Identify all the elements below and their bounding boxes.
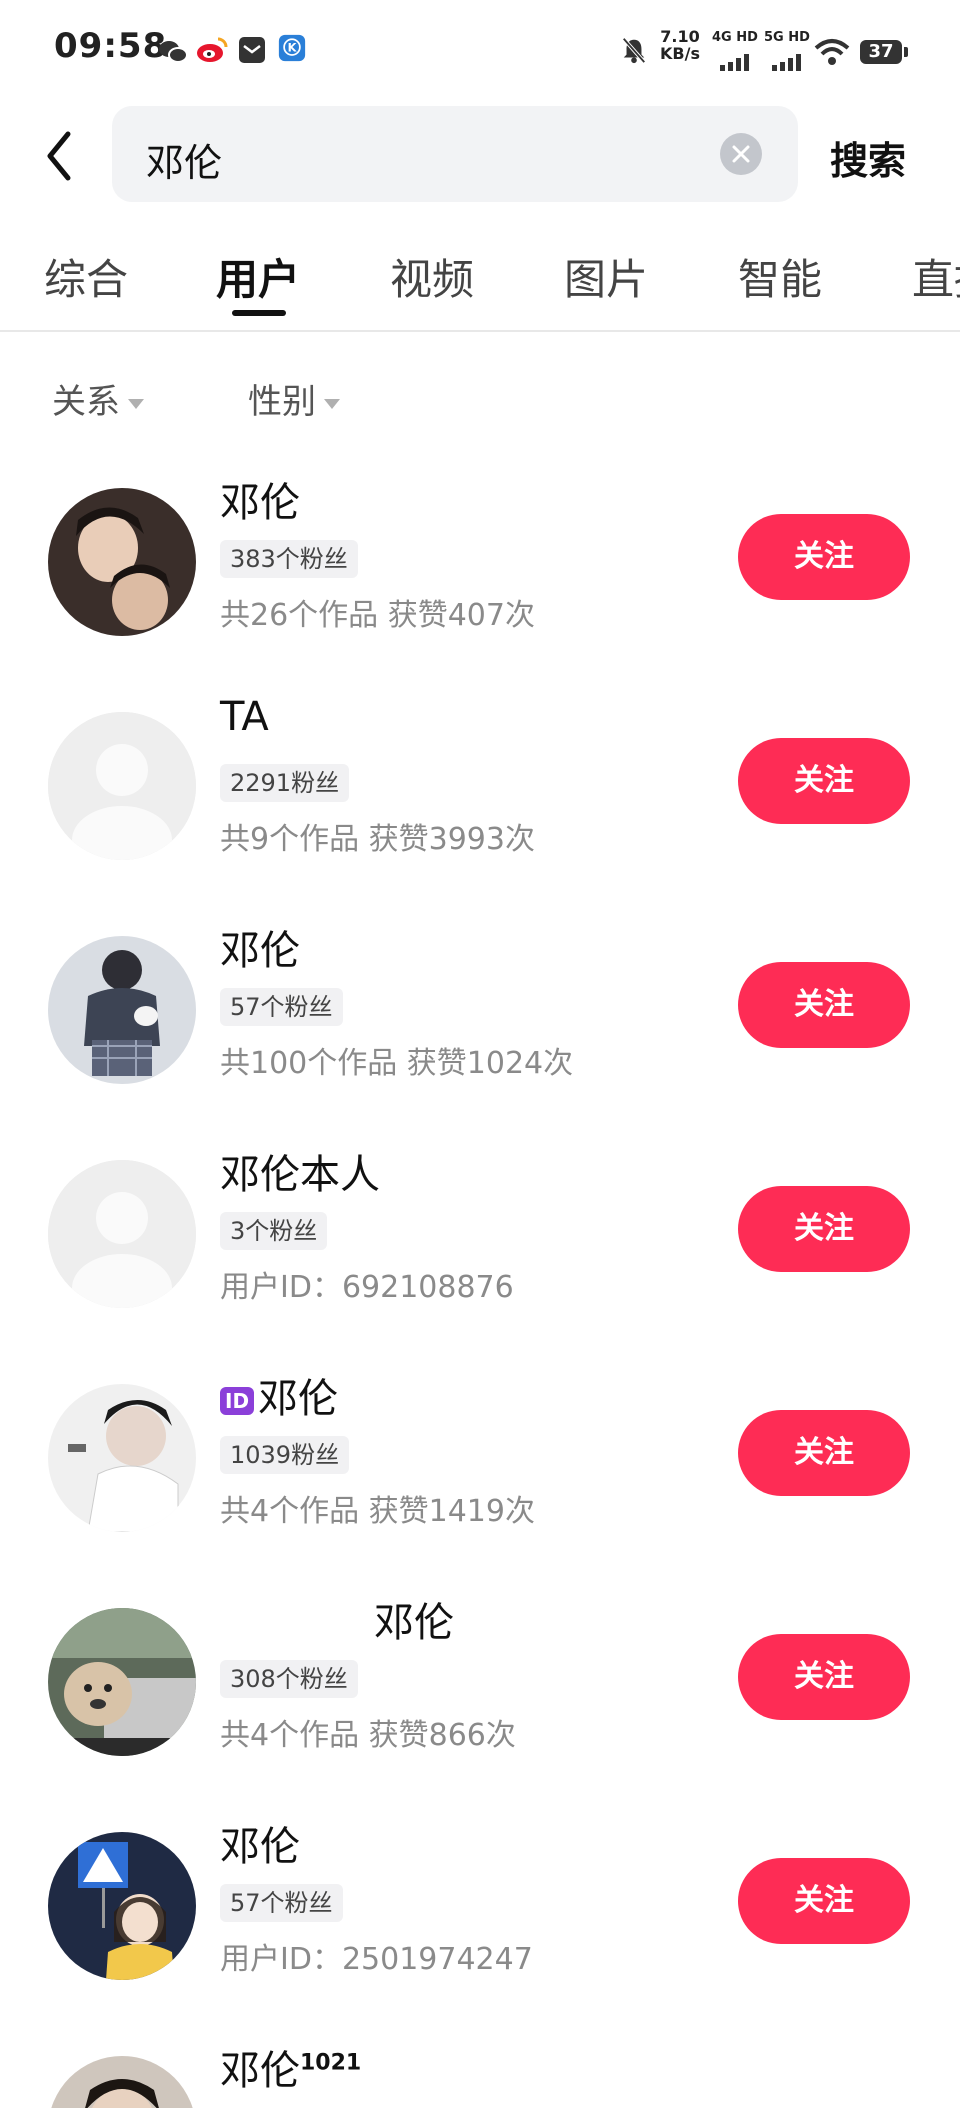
user-row[interactable]: 邓伦 383个粉丝 共26个作品 获赞407次 关注 bbox=[0, 448, 960, 672]
search-button[interactable]: 搜索 bbox=[830, 130, 906, 185]
avatar[interactable] bbox=[48, 2056, 196, 2108]
user-row[interactable]: 邓伦 57个粉丝 用户ID：2501974247 关注 bbox=[0, 1792, 960, 2016]
user-name[interactable]: 邓伦1021 bbox=[220, 2038, 361, 2096]
tab-live[interactable]: 直播 bbox=[912, 246, 960, 307]
follow-button[interactable]: 关注 bbox=[738, 1186, 910, 1272]
caret-down-icon bbox=[128, 398, 144, 409]
avatar[interactable] bbox=[48, 936, 196, 1084]
user-name[interactable]: 邓伦本人 bbox=[220, 1142, 380, 1200]
caret-down-icon bbox=[324, 398, 340, 409]
follower-count: 1039粉丝 bbox=[220, 1436, 350, 1474]
user-name[interactable]: 邓伦 bbox=[220, 470, 300, 528]
user-name[interactable]: 邓伦 bbox=[220, 918, 300, 976]
back-arrow-icon[interactable] bbox=[40, 126, 80, 186]
close-icon bbox=[732, 145, 750, 163]
follow-button[interactable]: 关注 bbox=[738, 738, 910, 824]
user-row[interactable]: 邓伦 57个粉丝 共100个作品 获赞1024次 关注 bbox=[0, 896, 960, 1120]
follow-button[interactable]: 关注 bbox=[738, 514, 910, 600]
signal-icon bbox=[720, 54, 749, 71]
user-name-superscript: 1021 bbox=[300, 2050, 362, 2076]
avatar[interactable] bbox=[48, 1384, 196, 1532]
tab-users[interactable]: 用户 bbox=[216, 246, 300, 307]
follower-count: 3个粉丝 bbox=[220, 1212, 328, 1250]
tab-videos[interactable]: 视频 bbox=[390, 246, 474, 307]
user-row[interactable]: 邓伦 308个粉丝 共4个作品 获赞866次 关注 bbox=[0, 1568, 960, 1792]
user-row[interactable]: 邓伦本人 3个粉丝 用户ID：692108876 关注 bbox=[0, 1120, 960, 1344]
default-avatar-icon[interactable] bbox=[48, 1160, 196, 1308]
user-stats: 共4个作品 获赞1419次 bbox=[220, 1494, 535, 1529]
user-name-text: 邓伦 bbox=[258, 1376, 339, 1422]
filter-gender-label: 性别 bbox=[248, 382, 316, 422]
wifi-icon bbox=[814, 39, 850, 65]
avatar[interactable] bbox=[48, 488, 196, 636]
follower-count: 57个粉丝 bbox=[220, 988, 343, 1026]
weibo-icon bbox=[197, 37, 228, 62]
user-row[interactable]: 邓伦1021 bbox=[0, 2016, 960, 2108]
user-stats: 共9个作品 获赞3993次 bbox=[220, 822, 535, 857]
search-tabs: 综合 用户 视频 图片 智能 直播 bbox=[0, 240, 960, 330]
mute-bell-icon bbox=[622, 37, 646, 64]
mail-icon bbox=[239, 37, 265, 63]
user-row[interactable]: TA 2291粉丝 共9个作品 获赞3993次 关注 bbox=[0, 672, 960, 896]
search-query[interactable]: 邓伦 bbox=[146, 132, 222, 187]
user-stats: 共26个作品 获赞407次 bbox=[220, 598, 535, 633]
tab-smart[interactable]: 智能 bbox=[738, 246, 822, 307]
user-name[interactable]: 邓伦 bbox=[374, 1590, 454, 1648]
tab-images[interactable]: 图片 bbox=[564, 246, 648, 307]
follow-button[interactable]: 关注 bbox=[738, 1858, 910, 1944]
signal-icon bbox=[772, 54, 801, 71]
user-id: 用户ID：2501974247 bbox=[220, 1942, 533, 1977]
filter-gender[interactable]: 性别 bbox=[248, 374, 340, 423]
id-badge-icon: ID bbox=[220, 1387, 255, 1415]
user-stats: 共100个作品 获赞1024次 bbox=[220, 1046, 574, 1081]
user-name[interactable]: TA bbox=[220, 694, 269, 740]
kugou-icon: K bbox=[278, 34, 306, 62]
follow-button[interactable]: 关注 bbox=[738, 962, 910, 1048]
avatar[interactable] bbox=[48, 1832, 196, 1980]
user-name[interactable]: 邓伦 bbox=[220, 1814, 300, 1872]
network-label-1: 4G HD bbox=[712, 30, 758, 45]
battery-icon: 37 bbox=[860, 40, 908, 64]
wechat-icon bbox=[159, 41, 188, 63]
network-label-2: 5G HD bbox=[764, 30, 810, 45]
status-bar: 09:58 K 7.10 KB/s 4G HD 5G HD 37 bbox=[0, 0, 960, 100]
tab-general[interactable]: 综合 bbox=[44, 246, 128, 307]
user-stats: 共4个作品 获赞866次 bbox=[220, 1718, 516, 1753]
active-tab-indicator bbox=[232, 310, 286, 316]
follower-count: 2291粉丝 bbox=[220, 764, 350, 802]
default-avatar-icon[interactable] bbox=[48, 712, 196, 860]
follower-count: 383个粉丝 bbox=[220, 540, 358, 578]
avatar[interactable] bbox=[48, 1608, 196, 1756]
follow-button[interactable]: 关注 bbox=[738, 1410, 910, 1496]
search-input[interactable]: 邓伦 bbox=[112, 106, 798, 202]
user-name[interactable]: ID 邓伦 bbox=[220, 1366, 338, 1424]
speed-value: 7.10 bbox=[660, 27, 700, 46]
user-name-text: 邓伦 bbox=[220, 2048, 300, 2094]
filter-relationship-label: 关系 bbox=[52, 382, 120, 422]
status-time: 09:58 bbox=[54, 26, 168, 66]
clear-search-button[interactable] bbox=[720, 133, 762, 175]
follower-count: 57个粉丝 bbox=[220, 1884, 343, 1922]
svg-text:K: K bbox=[288, 41, 298, 55]
user-id: 用户ID：692108876 bbox=[220, 1270, 514, 1305]
network-speed: 7.10 KB/s bbox=[660, 28, 700, 62]
filter-relationship[interactable]: 关系 bbox=[52, 374, 144, 423]
tabs-divider bbox=[0, 330, 960, 332]
user-row[interactable]: ID 邓伦 1039粉丝 共4个作品 获赞1419次 关注 bbox=[0, 1344, 960, 1568]
follow-button[interactable]: 关注 bbox=[738, 1634, 910, 1720]
follower-count: 308个粉丝 bbox=[220, 1660, 358, 1698]
speed-unit: KB/s bbox=[660, 44, 700, 63]
